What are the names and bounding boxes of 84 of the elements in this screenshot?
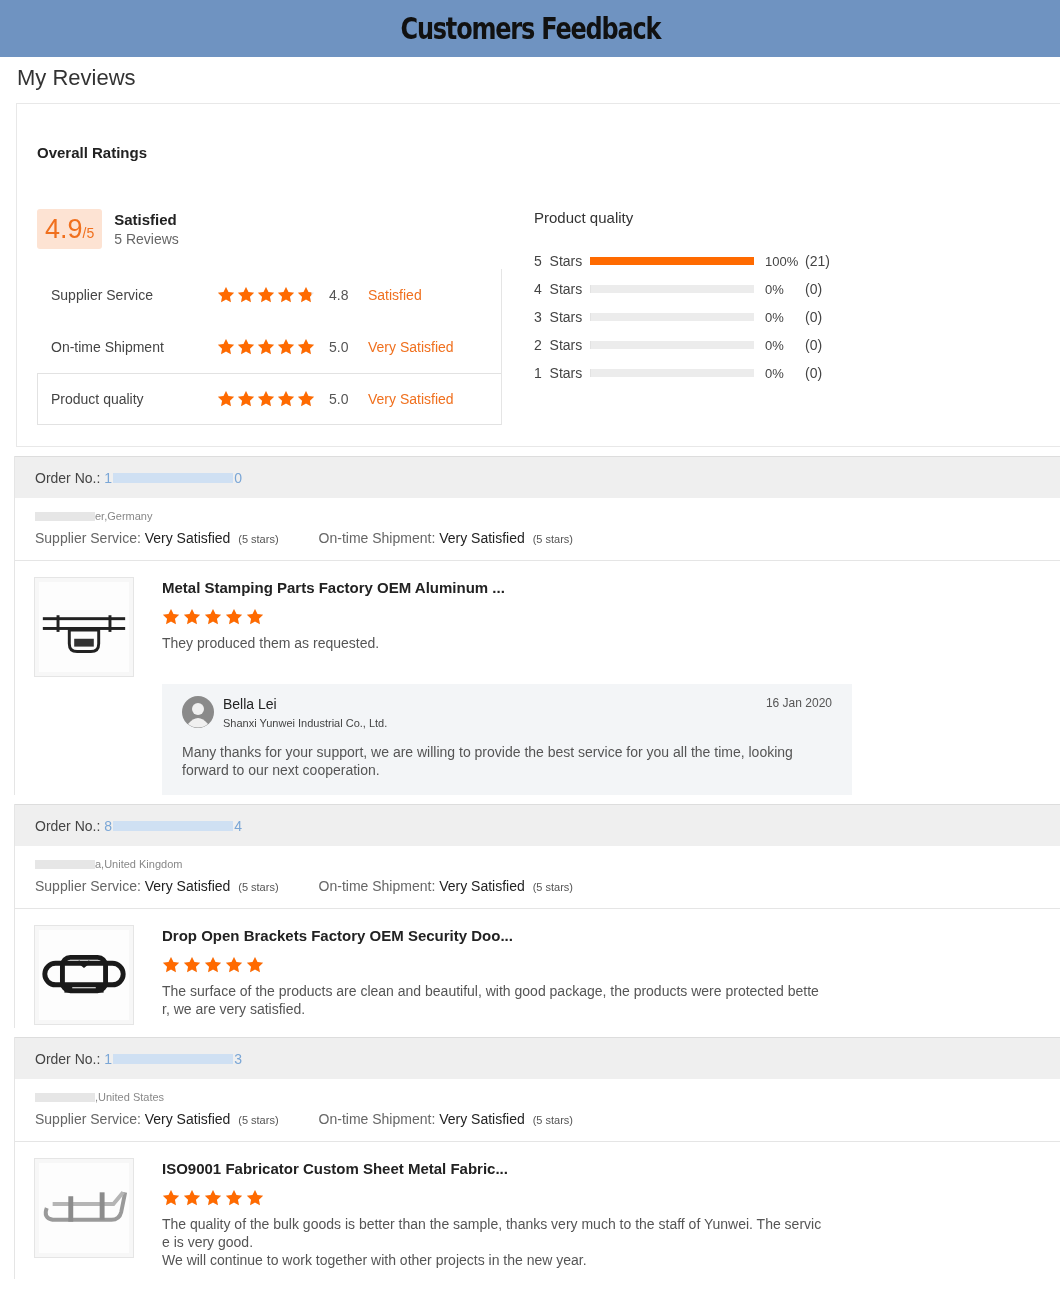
reply-date: 16 Jan 2020 — [765, 696, 832, 710]
star-icon — [277, 286, 295, 304]
supplier-rating: Supplier Service: Very Satisfied (5 stars) — [35, 1111, 279, 1127]
star-icon — [225, 956, 243, 974]
star-icon — [257, 338, 275, 356]
page-banner-title: Customers Feedback — [400, 11, 660, 46]
star-icon — [237, 390, 255, 408]
buyer-location: er,Germany — [35, 510, 1040, 522]
review-text: They produced them as requested. — [162, 634, 381, 653]
review-count: (0) — [805, 309, 823, 325]
breakdown-title: Product quality — [534, 209, 635, 226]
star-level-label: 4 Stars — [534, 281, 584, 297]
percentage: 0% — [765, 365, 785, 381]
star-icon — [183, 956, 201, 974]
star-icon — [257, 286, 275, 304]
rating-score: 5.0 — [329, 339, 350, 355]
order-label: Order No.: — [35, 1050, 101, 1067]
page-title: My Reviews — [16, 64, 137, 92]
shipment-rating: On-time Shipment: Very Satisfied (5 stars) — [318, 530, 573, 546]
avatar-icon — [182, 696, 214, 728]
star-level-label: 2 Stars — [534, 337, 584, 353]
star-icon — [183, 608, 201, 626]
percentage: 0% — [765, 337, 785, 353]
supplier-rating: Supplier Service: Very Satisfied (5 stars) — [35, 878, 279, 894]
star-icon — [246, 608, 264, 626]
rating-verdict: Satisfied — [368, 287, 422, 303]
shipment-rating: On-time Shipment: Very Satisfied (5 stars) — [318, 878, 573, 894]
review-text: The surface of the products are clean and beautiful, with good package, the products were protected bette r, we are very satisfied. — [162, 982, 820, 1019]
buyer-location: a,United Kingdom — [35, 858, 1040, 870]
shipment-rating: On-time Shipment: Very Satisfied (5 stars) — [318, 1111, 573, 1127]
star-icon — [204, 608, 222, 626]
product-title[interactable]: Drop Open Brackets Factory OEM Security Doo... — [162, 927, 852, 944]
star-icon — [277, 338, 295, 356]
percentage: 0% — [765, 281, 785, 297]
star-icon — [162, 956, 180, 974]
star-icon — [237, 338, 255, 356]
star-level-label: 5 Stars — [534, 253, 584, 269]
review-count: 5 Reviews — [114, 231, 179, 247]
star-icon — [204, 1189, 222, 1207]
star-icon — [297, 286, 315, 304]
rating-row[interactable]: On-time Shipment 5.0 Very Satisfied — [37, 321, 501, 373]
star-icon — [257, 390, 275, 408]
supplier-rating: Supplier Service: Very Satisfied (5 stars) — [35, 530, 279, 546]
rating-score: 5.0 — [329, 391, 350, 407]
star-icon — [297, 390, 315, 408]
star-icon — [237, 286, 255, 304]
review-text: The quality of the bulk goods is better than the sample, thanks very much to the staff of Yunwei. The servic e is very good. We will continue to work together with other projects in the new year. — [162, 1215, 823, 1270]
buyer-location: ,United States — [35, 1091, 1040, 1103]
rating-score: 4.8 — [329, 287, 350, 303]
star-icon — [246, 1189, 264, 1207]
rating-verdict: Very Satisfied — [368, 339, 454, 355]
order-label: Order No.: — [35, 469, 101, 486]
star-icon — [217, 390, 235, 408]
star-icon — [246, 956, 264, 974]
overall-verdict: Satisfied — [114, 211, 178, 228]
star-icon — [162, 1189, 180, 1207]
star-level-label: 3 Stars — [534, 309, 584, 325]
star-icon — [225, 1189, 243, 1207]
score-badge: 4.9/5 — [37, 209, 103, 249]
review-count: (0) — [805, 365, 823, 381]
rating-row[interactable]: Product quality 5.0 Very Satisfied — [37, 373, 501, 425]
star-icon — [162, 608, 180, 626]
rating-verdict: Very Satisfied — [368, 391, 454, 407]
star-icon — [217, 338, 235, 356]
review-count: (0) — [805, 281, 823, 297]
section-title: Overall Ratings — [37, 144, 149, 161]
star-icon — [277, 390, 295, 408]
product-title[interactable]: Metal Stamping Parts Factory OEM Aluminum ... — [162, 579, 852, 596]
review-count: (21) — [805, 253, 830, 269]
star-icon — [297, 338, 315, 356]
star-icon — [204, 956, 222, 974]
percentage: 0% — [765, 309, 785, 325]
percentage: 100% — [765, 253, 800, 269]
company-name: Shanxi Yunwei Industrial Co., Ltd. — [223, 717, 389, 729]
reply-text: Many thanks for your support, we are willing to provide the best service for you all the time, looking forward to our next cooperation. — [182, 743, 794, 779]
product-title[interactable]: ISO9001 Fabricator Custom Sheet Metal Fabric... — [162, 1160, 852, 1177]
star-icon — [183, 1189, 201, 1207]
review-count: (0) — [805, 337, 823, 353]
star-icon — [225, 608, 243, 626]
replier-name: Bella Lei — [223, 696, 278, 712]
order-label: Order No.: — [35, 817, 101, 834]
star-icon — [217, 286, 235, 304]
rating-row[interactable]: Supplier Service 4.8 Satisfied — [37, 269, 501, 321]
star-level-label: 1 Stars — [534, 365, 584, 381]
